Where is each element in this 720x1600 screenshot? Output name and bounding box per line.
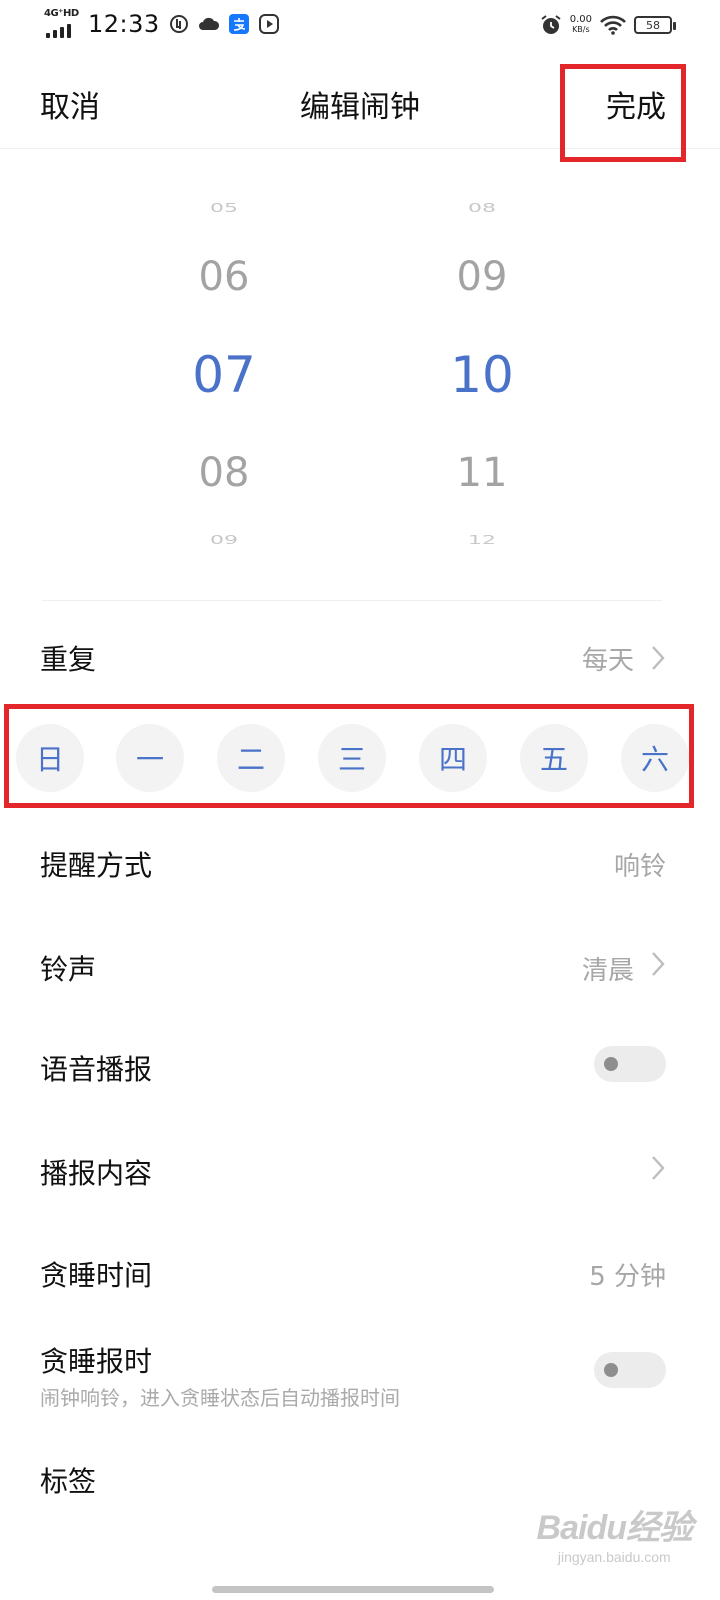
media-play-icon: [258, 13, 280, 35]
voice-broadcast-label: 语音播报: [40, 1053, 153, 1086]
cancel-button[interactable]: 取消: [40, 82, 100, 126]
snooze-announce-description: 闹钟响铃，进入贪睡状态后自动播报时间: [40, 1386, 400, 1410]
snooze-announce-toggle[interactable]: [594, 1352, 666, 1388]
ringtone-value: 清晨: [581, 956, 634, 986]
minute-option[interactable]: 12: [402, 534, 562, 548]
baidu-watermark: Baidu经验 jingyan.baidu.com: [536, 1500, 693, 1565]
minute-option[interactable]: 11: [402, 450, 562, 496]
status-bar-right: 0.00 KB/s 58: [540, 14, 676, 36]
chevron-right-icon: [652, 646, 665, 670]
net-speed: 0.00 KB/s: [570, 15, 592, 35]
battery-level: 58: [646, 18, 660, 32]
watermark-url: jingyan.baidu.com: [557, 1549, 671, 1565]
broadcast-content-row[interactable]: 播报内容: [0, 1116, 720, 1218]
time-picker: 05 06 07 08 09 08 09 10 11 12: [0, 150, 720, 601]
voice-broadcast-row: 语音播报: [0, 1014, 720, 1116]
net-speed-value: 0.00: [569, 14, 592, 25]
ringtone-row[interactable]: 铃声 清晨: [0, 912, 720, 1014]
snooze-time-row[interactable]: 贪睡时间 5 分钟: [0, 1218, 720, 1320]
minute-option[interactable]: 09: [402, 254, 562, 300]
voice-broadcast-toggle[interactable]: [594, 1046, 666, 1082]
snooze-time-value: 5 分钟: [589, 1262, 666, 1292]
data-saver-icon: [168, 13, 190, 35]
cloud-icon: [198, 13, 220, 35]
status-bar-left: 4G⁺HD 12:33: [44, 8, 280, 38]
done-button[interactable]: 完成: [606, 82, 666, 126]
hour-option[interactable]: 08: [144, 450, 304, 496]
status-bar: 4G⁺HD 12:33 0.00 KB/s 58: [0, 0, 720, 56]
day-thursday[interactable]: 四: [419, 724, 487, 792]
selected-hour[interactable]: 07: [144, 346, 304, 404]
snooze-announce-row: 贪睡报时 闹钟响铃，进入贪睡状态后自动播报时间: [0, 1320, 720, 1428]
cellular-signal-icon: 4G⁺HD: [44, 8, 80, 38]
reminder-mode-row[interactable]: 提醒方式 响铃: [0, 810, 720, 912]
day-tuesday[interactable]: 二: [217, 724, 285, 792]
header-bar: 取消 编辑闹钟 完成: [0, 56, 720, 149]
repeat-row[interactable]: 重复 每天: [0, 600, 720, 706]
toggle-knob: [604, 1057, 618, 1071]
snooze-time-label: 贪睡时间: [40, 1259, 153, 1292]
home-indicator[interactable]: [212, 1586, 494, 1593]
chevron-right-icon: [652, 1156, 665, 1180]
repeat-value: 每天: [581, 646, 634, 676]
day-saturday[interactable]: 六: [621, 724, 689, 792]
watermark-logo: Baidu经验: [536, 1509, 693, 1547]
wifi-icon: [600, 14, 626, 36]
tag-label: 标签: [40, 1465, 97, 1498]
network-type: 4G⁺HD: [44, 8, 79, 19]
toggle-knob: [604, 1363, 618, 1377]
status-time: 12:33: [88, 10, 160, 38]
selected-minute[interactable]: 10: [402, 346, 562, 404]
reminder-mode-value: 响铃: [613, 852, 666, 882]
chevron-right-icon: [652, 952, 665, 976]
day-sunday[interactable]: 日: [16, 724, 84, 792]
hour-option[interactable]: 06: [144, 254, 304, 300]
snooze-announce-label: 贪睡报时: [40, 1345, 153, 1378]
battery-icon: 58: [634, 16, 676, 34]
hour-option[interactable]: 05: [144, 202, 304, 216]
day-friday[interactable]: 五: [520, 724, 588, 792]
day-wednesday[interactable]: 三: [318, 724, 386, 792]
alarm-icon: [540, 14, 562, 36]
ringtone-label: 铃声: [40, 953, 97, 986]
repeat-label: 重复: [40, 643, 97, 676]
broadcast-content-label: 播报内容: [40, 1157, 153, 1190]
minute-wheel[interactable]: 08 09 10 11 12: [402, 150, 562, 600]
net-speed-unit: KB/s: [572, 25, 590, 34]
hour-option[interactable]: 09: [144, 534, 304, 548]
alipay-icon: [228, 13, 250, 35]
weekday-selector: 日 一 二 三 四 五 六: [0, 706, 720, 810]
minute-option[interactable]: 08: [402, 202, 562, 216]
day-monday[interactable]: 一: [116, 724, 184, 792]
hour-wheel[interactable]: 05 06 07 08 09: [144, 150, 304, 600]
reminder-mode-label: 提醒方式: [40, 849, 153, 882]
